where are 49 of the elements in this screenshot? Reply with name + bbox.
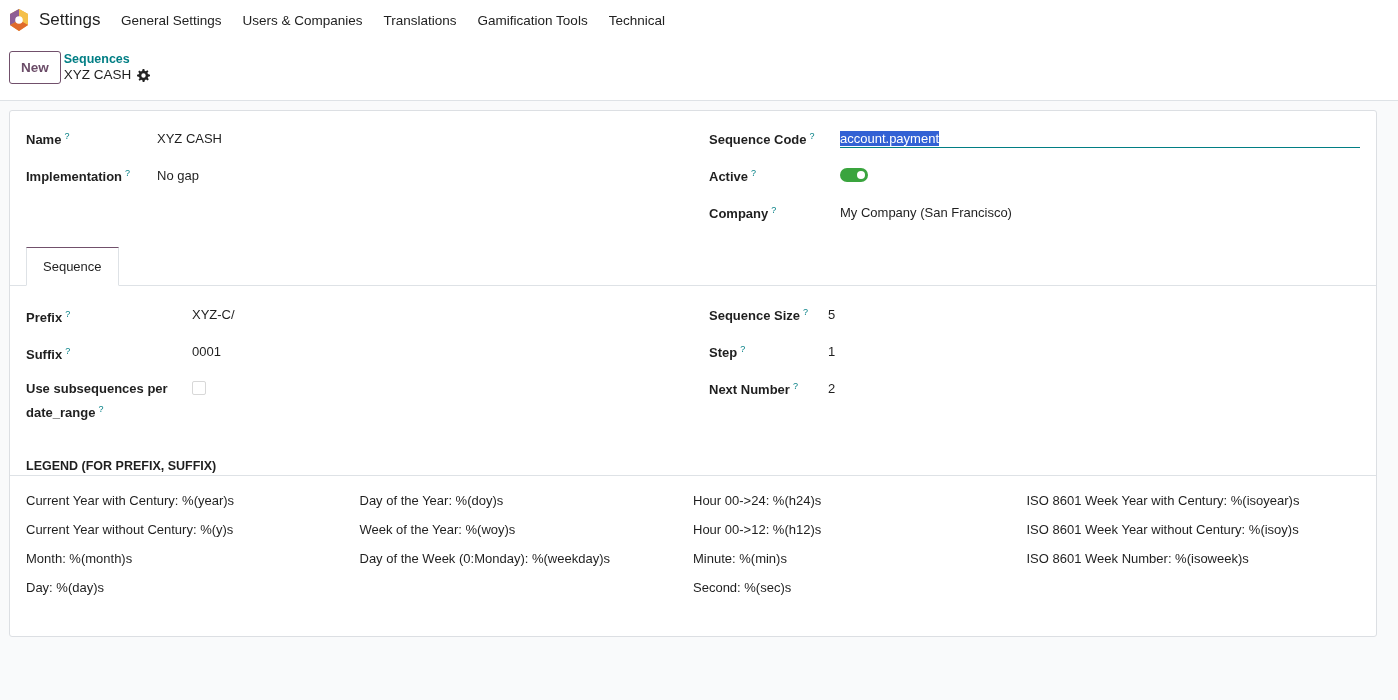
new-button[interactable]: New (9, 51, 61, 84)
legend-heading: LEGEND (FOR PREFIX, SUFFIX) (10, 451, 1376, 476)
field-value: 0001 (192, 344, 221, 359)
legend-item: Minute: %(min)s (693, 551, 788, 568)
field-value: 1 (828, 344, 836, 359)
field-label: Company $^{?}$ (709, 205, 777, 222)
tab[interactable]: Sequence (26, 247, 119, 286)
record-title: XYZ CASH (63, 67, 132, 83)
field-label: Step $^{?}$ (709, 344, 746, 361)
field-label: Prefix $^{?}$ (26, 308, 72, 328)
legend-item: Current Year without Century: %(y)s (26, 522, 235, 539)
menu-item[interactable]: Translations (373, 12, 468, 28)
menu-item[interactable]: Gamification Tools (467, 12, 599, 28)
legend-item: ISO 8601 Week Number: %(isoweek)s (1026, 551, 1250, 568)
legend-item: Month: %(month)s (26, 551, 134, 568)
breadcrumb-link[interactable]: Sequences (63, 51, 151, 67)
field-label: Name $^{?}$ (26, 131, 70, 148)
legend-item: Hour 00->24: %(h24)s (693, 493, 823, 510)
field-label: Suffix $^{?}$ (26, 345, 72, 365)
app-logo-icon[interactable] (9, 9, 29, 31)
field-value: My Company (San Francisco) (840, 205, 1012, 220)
legend-item: ISO 8601 Week Year without Century: %(isoy)s (1026, 522, 1300, 539)
field-label: Next Number $^{?}$ (709, 381, 798, 398)
legend-item: ISO 8601 Week Year with Century: %(isoyear)s (1026, 493, 1301, 510)
field-label: Active $^{?}$ (709, 168, 757, 185)
field-value: XYZ-C/ (192, 307, 235, 322)
field-value: 5 (828, 307, 836, 322)
menu-item[interactable]: Technical (598, 12, 676, 28)
field-value: 2 (828, 381, 836, 396)
legend-item: Day of the Year: %(doy)s (359, 493, 505, 510)
field-label: Implementation $^{?}$ (26, 168, 131, 185)
app-title: Settings (39, 10, 101, 30)
legend-item: Hour 00->12: %(h12)s (693, 522, 823, 539)
menu-item[interactable]: General Settings (110, 12, 232, 28)
legend-item: Day: %(day)s (26, 580, 106, 597)
field-label: Sequence Code $^{?}$ (709, 131, 815, 148)
legend-item: Current Year with Century: %(year)s (26, 493, 236, 510)
menu-item[interactable]: Users & Companies (232, 12, 374, 28)
checkbox[interactable] (192, 381, 206, 395)
toggle-switch[interactable] (840, 168, 868, 182)
field-value: XYZ CASH (157, 131, 222, 146)
legend-item: Day of the Week (0:Monday): %(weekday)s (359, 551, 611, 568)
gear-icon[interactable] (137, 68, 151, 82)
field-label: Use subsequences per date_range $^{?}$ (26, 380, 169, 423)
field-label: Sequence Size $^{?}$ (709, 307, 809, 324)
legend-item: Week of the Year: %(woy)s (359, 522, 517, 539)
field-value: No gap (157, 168, 199, 183)
sequence-code-input[interactable]: account.payment (840, 131, 1360, 148)
legend-item: Second: %(sec)s (693, 580, 793, 597)
